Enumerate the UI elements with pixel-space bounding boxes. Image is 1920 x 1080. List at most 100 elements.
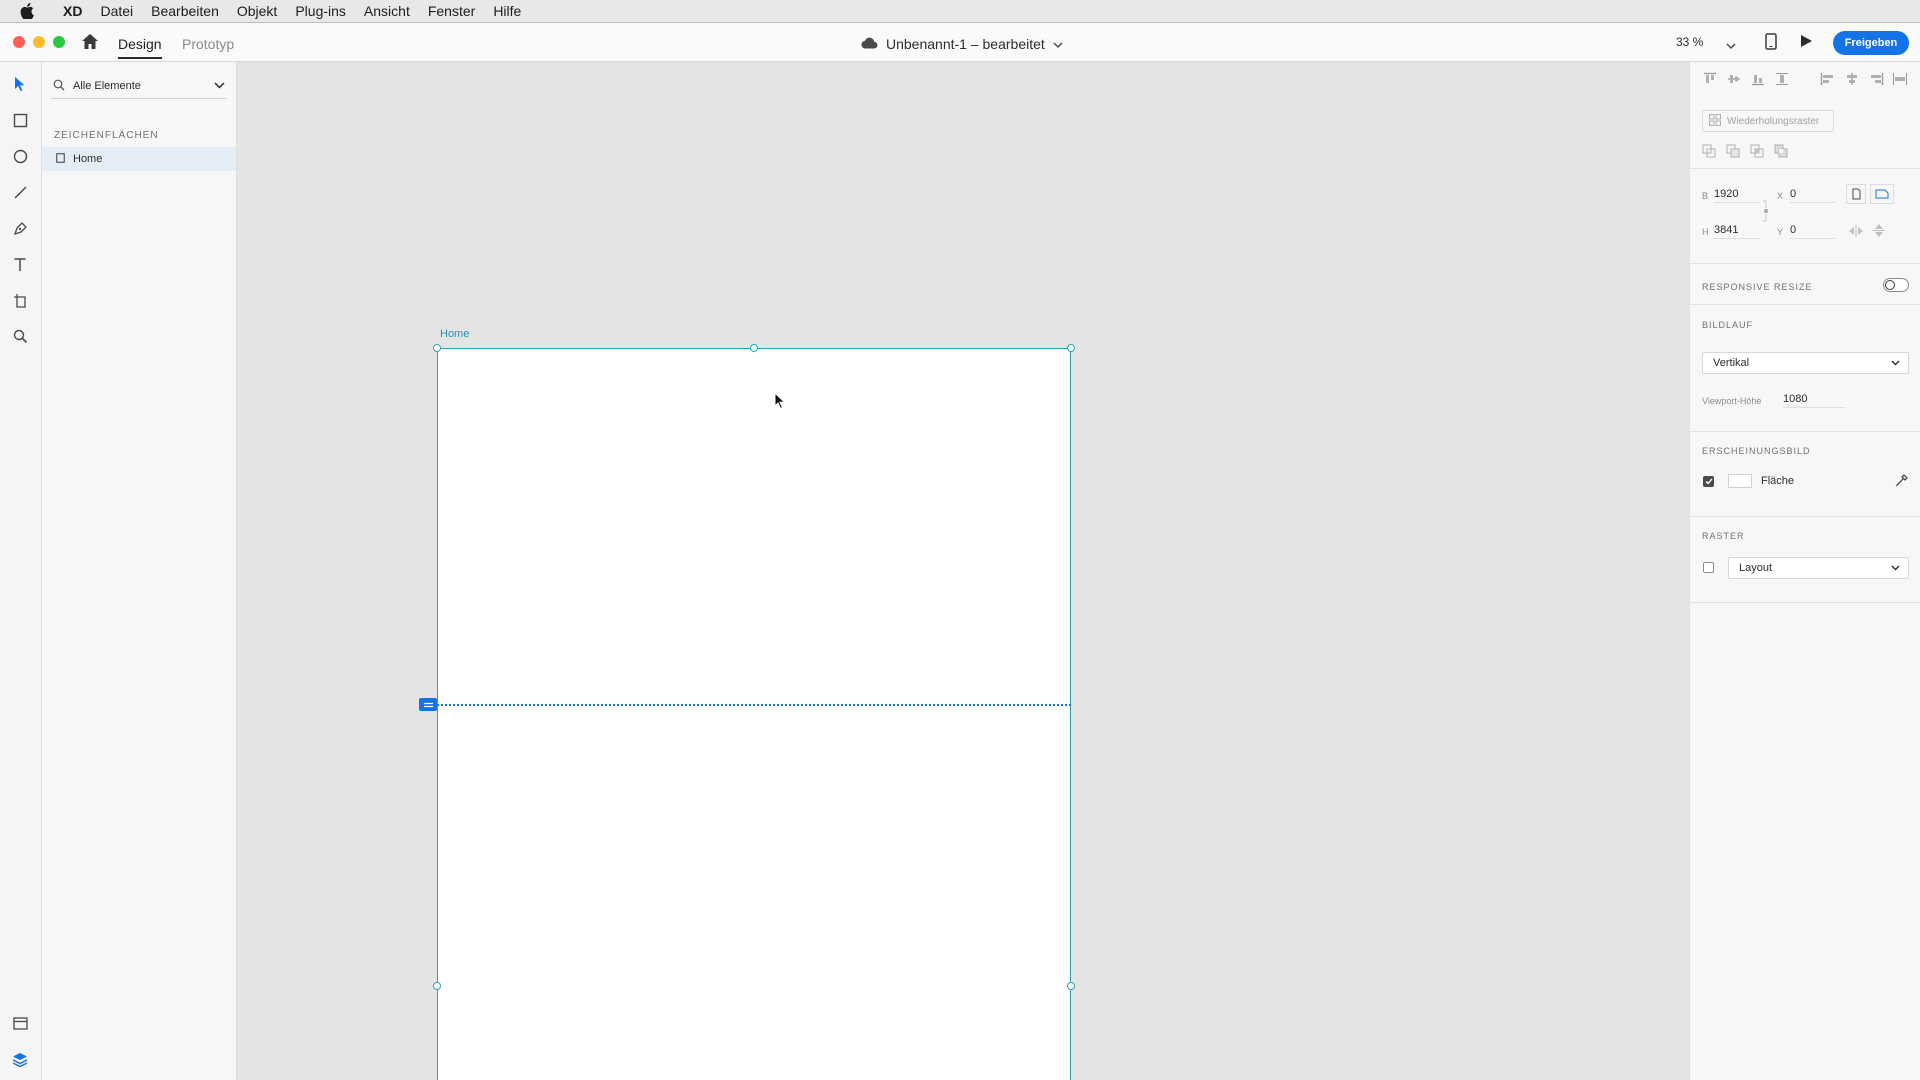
flip-horizontal-icon[interactable] (1848, 224, 1864, 242)
distribute-horizontal-icon[interactable] (1892, 72, 1908, 91)
title-bar: Design Prototyp Unbenannt-1 – bearbeitet… (0, 23, 1920, 62)
layers-panel: Alle Elemente ZEICHENFLÄCHEN Home (42, 62, 237, 1080)
menu-plugins[interactable]: Plug-ins (286, 3, 355, 19)
chevron-down-icon (1053, 31, 1063, 57)
repeat-grid-label: Wiederholungsraster (1727, 115, 1820, 127)
scrolling-value: Vertikal (1713, 357, 1750, 369)
responsive-resize-toggle[interactable] (1883, 278, 1909, 292)
height-field[interactable]: 3841 (1714, 224, 1760, 239)
chevron-down-icon (1891, 562, 1900, 574)
menu-app-xd[interactable]: XD (54, 3, 91, 19)
artboard-home[interactable] (437, 348, 1071, 1080)
line-tool-icon[interactable] (10, 182, 30, 202)
ellipse-tool-icon[interactable] (10, 146, 30, 166)
cloud-icon (860, 31, 878, 57)
window-close-button[interactable] (13, 36, 25, 48)
menu-fenster[interactable]: Fenster (419, 3, 484, 19)
zoom-tool-icon[interactable] (10, 326, 30, 346)
layer-search-field[interactable]: Alle Elemente (51, 74, 227, 99)
width-field[interactable]: 1920 (1714, 188, 1760, 203)
resize-handle-top[interactable] (750, 344, 758, 352)
viewport-guide-handle[interactable] (419, 698, 437, 711)
x-field[interactable]: 0 (1790, 188, 1836, 203)
fill-color-swatch[interactable] (1728, 474, 1752, 488)
window-zoom-button[interactable] (53, 36, 65, 48)
select-tool-icon[interactable] (10, 74, 30, 94)
chevron-down-icon (1891, 357, 1900, 369)
distribute-vertical-icon[interactable] (1774, 72, 1790, 91)
fill-checkbox[interactable] (1703, 476, 1714, 487)
layer-item-home[interactable]: Home (42, 147, 236, 171)
layer-item-label: Home (73, 153, 103, 165)
menu-datei[interactable]: Datei (91, 3, 142, 19)
text-tool-icon[interactable] (10, 254, 30, 274)
align-center-icon[interactable] (1844, 72, 1860, 91)
zoom-chevron-down-icon[interactable] (1726, 37, 1736, 55)
align-horizontal-group (1820, 72, 1908, 91)
boolean-exclude-icon[interactable] (1774, 144, 1789, 164)
tab-design[interactable]: Design (118, 31, 162, 59)
boolean-ops-group (1702, 144, 1789, 164)
boolean-add-icon[interactable] (1702, 144, 1717, 164)
menu-ansicht[interactable]: Ansicht (355, 3, 419, 19)
artboard-tool-icon[interactable] (10, 290, 30, 310)
resize-handle-top-right[interactable] (1067, 344, 1075, 352)
menu-objekt[interactable]: Objekt (228, 3, 286, 19)
grid-checkbox[interactable] (1703, 562, 1714, 573)
layers-panel-icon[interactable] (10, 1049, 30, 1069)
play-preview-icon[interactable] (1800, 34, 1813, 53)
menu-bearbeiten[interactable]: Bearbeiten (142, 3, 228, 19)
fill-label: Fläche (1761, 475, 1795, 487)
menu-hilfe[interactable]: Hilfe (484, 3, 530, 19)
layer-filter-label: Alle Elemente (73, 80, 141, 92)
divider (1690, 431, 1920, 432)
pen-tool-icon[interactable] (10, 218, 30, 238)
artboard-title[interactable]: Home (440, 328, 469, 340)
rectangle-tool-icon[interactable] (10, 110, 30, 130)
landscape-orientation-icon[interactable] (1870, 184, 1894, 204)
scrolling-dropdown[interactable]: Vertikal (1702, 352, 1909, 374)
tab-prototyp[interactable]: Prototyp (182, 31, 234, 57)
zoom-value[interactable]: 33 % (1676, 35, 1703, 49)
appearance-section-title: ERSCHEINUNGSBILD (1702, 446, 1811, 456)
height-label: H (1702, 227, 1709, 237)
repeat-grid-button[interactable]: Wiederholungsraster (1702, 110, 1834, 132)
tab-design-label: Design (118, 36, 162, 52)
assets-panel-icon[interactable] (10, 1013, 30, 1033)
device-preview-icon[interactable] (1765, 33, 1777, 55)
y-field[interactable]: 0 (1790, 224, 1836, 239)
home-icon[interactable] (81, 33, 99, 55)
artboard-icon (56, 152, 65, 166)
flip-vertical-icon[interactable] (1873, 223, 1885, 243)
scrolling-section-title: BILDLAUF (1702, 320, 1754, 330)
divider (1690, 304, 1920, 305)
search-icon (53, 79, 65, 94)
portrait-orientation-icon[interactable] (1846, 184, 1866, 204)
apple-icon[interactable] (0, 3, 54, 19)
document-title-control[interactable]: Unbenannt-1 – bearbeitet (860, 31, 1063, 57)
eyedropper-icon[interactable] (1895, 473, 1909, 492)
divider (1690, 602, 1920, 603)
canvas[interactable]: Home (237, 62, 1688, 1080)
align-bottom-icon[interactable] (1750, 72, 1766, 91)
toggle-knob (1885, 280, 1895, 290)
lock-aspect-icon[interactable] (1762, 200, 1770, 227)
viewport-height-field[interactable]: 1080 (1783, 393, 1845, 408)
tool-bar (0, 62, 42, 1080)
share-button[interactable]: Freigeben (1833, 31, 1909, 55)
boolean-subtract-icon[interactable] (1726, 144, 1741, 164)
align-right-icon[interactable] (1868, 72, 1884, 91)
align-top-icon[interactable] (1702, 72, 1718, 91)
align-vertical-group (1702, 72, 1790, 91)
align-middle-icon[interactable] (1726, 72, 1742, 91)
boolean-intersect-icon[interactable] (1750, 144, 1765, 164)
repeat-grid-icon (1709, 113, 1721, 129)
resize-handle-right[interactable] (1067, 982, 1075, 990)
align-left-icon[interactable] (1820, 72, 1836, 91)
resize-handle-left[interactable] (433, 982, 441, 990)
resize-handle-top-left[interactable] (433, 344, 441, 352)
window-minimize-button[interactable] (33, 36, 45, 48)
grid-type-dropdown[interactable]: Layout (1728, 557, 1909, 579)
chevron-down-icon[interactable] (214, 80, 225, 92)
viewport-height-guide[interactable] (437, 704, 1071, 706)
